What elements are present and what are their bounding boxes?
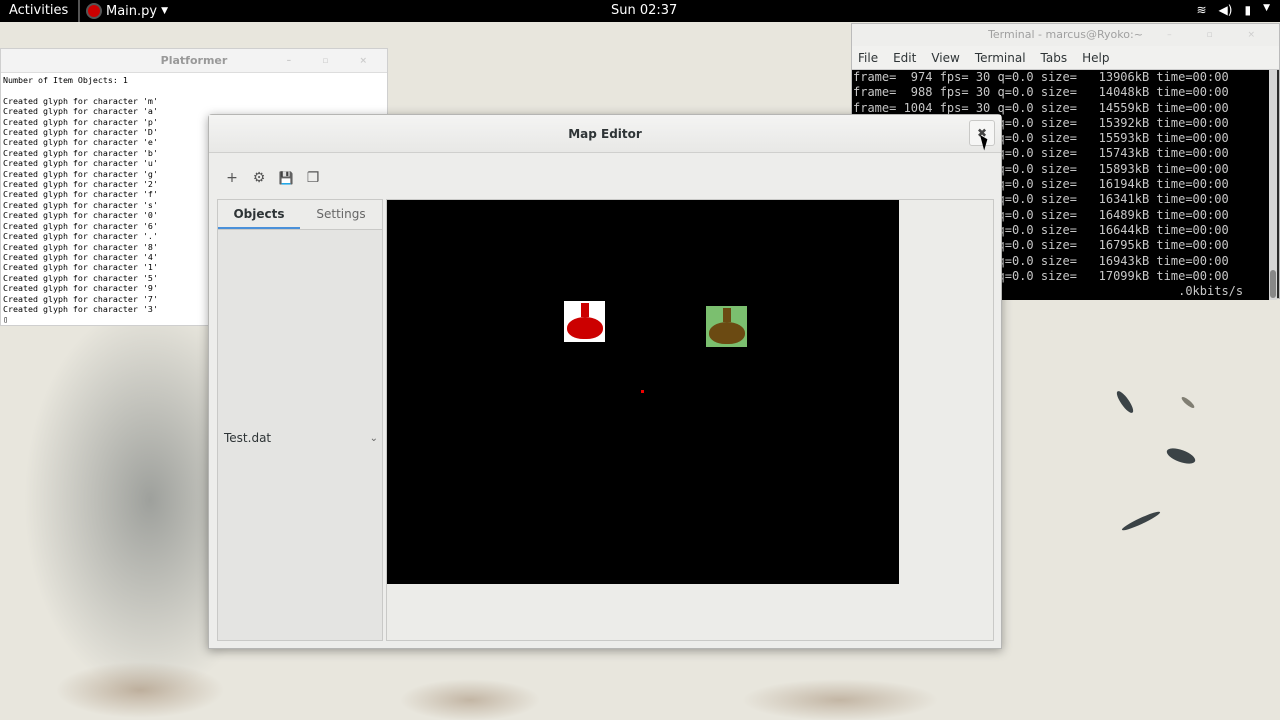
editor-sidebar: Objects Settings Test.dat ⌄ (217, 199, 383, 641)
link-icon: ⚙ (252, 170, 266, 186)
app-menu[interactable]: Main.py ▼ (78, 0, 168, 22)
window-controls[interactable]: – ▫ × (1167, 24, 1271, 46)
wallpaper-splash (1164, 445, 1198, 467)
clock[interactable]: Sun 02:37 (611, 3, 677, 18)
platformer-title: Platformer (160, 54, 228, 67)
chevron-down-icon: ⌄ (369, 432, 378, 444)
menu-view[interactable]: View (931, 51, 967, 65)
app-icon (86, 3, 102, 19)
brown-potion-icon (708, 322, 745, 344)
menu-help[interactable]: Help (1082, 51, 1117, 65)
floppy-disk-icon: 💾 (278, 171, 294, 185)
map-editor-window: Map Editor ✖ + ⚙ 💾 ❐ Objects Settings Te… (208, 114, 1002, 649)
red-potion-icon (566, 317, 603, 339)
terminal-menubar: File Edit View Terminal Tabs Help (852, 46, 1279, 70)
scrollbar-thumb[interactable] (1270, 270, 1276, 298)
menu-terminal[interactable]: Terminal (975, 51, 1034, 65)
copy-icon: ❐ (306, 170, 320, 186)
link-button[interactable]: ⚙ (250, 169, 268, 187)
map-canvas[interactable] (387, 200, 899, 584)
map-editor-title: Map Editor (568, 127, 642, 141)
menu-edit[interactable]: Edit (893, 51, 924, 65)
chevron-down-icon: ▼ (1263, 3, 1270, 13)
system-status-area[interactable]: ≋ ◀) ▮ ▼ (1196, 3, 1270, 17)
potion-neck (722, 308, 731, 322)
map-editor-headerbar: Map Editor ✖ (209, 115, 1001, 153)
top-bar: Activities Main.py ▼ Sun 02:37 ≋ ◀) ▮ ▼ (0, 0, 1280, 22)
window-controls[interactable]: – ▫ × (287, 49, 381, 73)
brown-potion-object[interactable] (706, 306, 747, 347)
menu-file[interactable]: File (858, 51, 886, 65)
chevron-down-icon: ▼ (161, 6, 169, 16)
map-file-label: Test.dat (224, 431, 272, 445)
menu-tabs[interactable]: Tabs (1041, 51, 1076, 65)
editor-toolbar: + ⚙ 💾 ❐ (223, 169, 322, 187)
wallpaper-splash (1180, 395, 1196, 410)
volume-icon: ◀) (1218, 3, 1233, 17)
tab-settings[interactable]: Settings (300, 200, 382, 229)
platformer-titlebar: Platformer – ▫ × (1, 49, 387, 73)
wallpaper-splash (1120, 509, 1162, 533)
add-object-button[interactable]: + (223, 169, 241, 187)
app-menu-label: Main.py (106, 3, 158, 19)
player-spawn-marker (641, 390, 644, 393)
terminal-titlebar: Terminal - marcus@Ryoko:~ – ▫ × (852, 24, 1279, 46)
wifi-icon: ≋ (1196, 3, 1207, 17)
red-potion-object[interactable] (564, 301, 605, 342)
plus-icon: + (226, 170, 238, 186)
save-button[interactable]: 💾 (277, 169, 295, 187)
potion-neck (580, 303, 589, 317)
wallpaper-splash (1114, 389, 1136, 415)
map-file-select[interactable]: Test.dat ⌄ (224, 428, 378, 448)
activities-button[interactable]: Activities (9, 3, 68, 18)
terminal-title: Terminal - marcus@Ryoko:~ (988, 28, 1143, 41)
sidebar-tabs: Objects Settings (218, 200, 382, 230)
battery-icon: ▮ (1244, 3, 1252, 17)
map-canvas-area (386, 199, 994, 641)
tab-objects[interactable]: Objects (218, 200, 300, 229)
copy-button[interactable]: ❐ (304, 169, 322, 187)
terminal-scrollbar[interactable] (1269, 70, 1277, 300)
